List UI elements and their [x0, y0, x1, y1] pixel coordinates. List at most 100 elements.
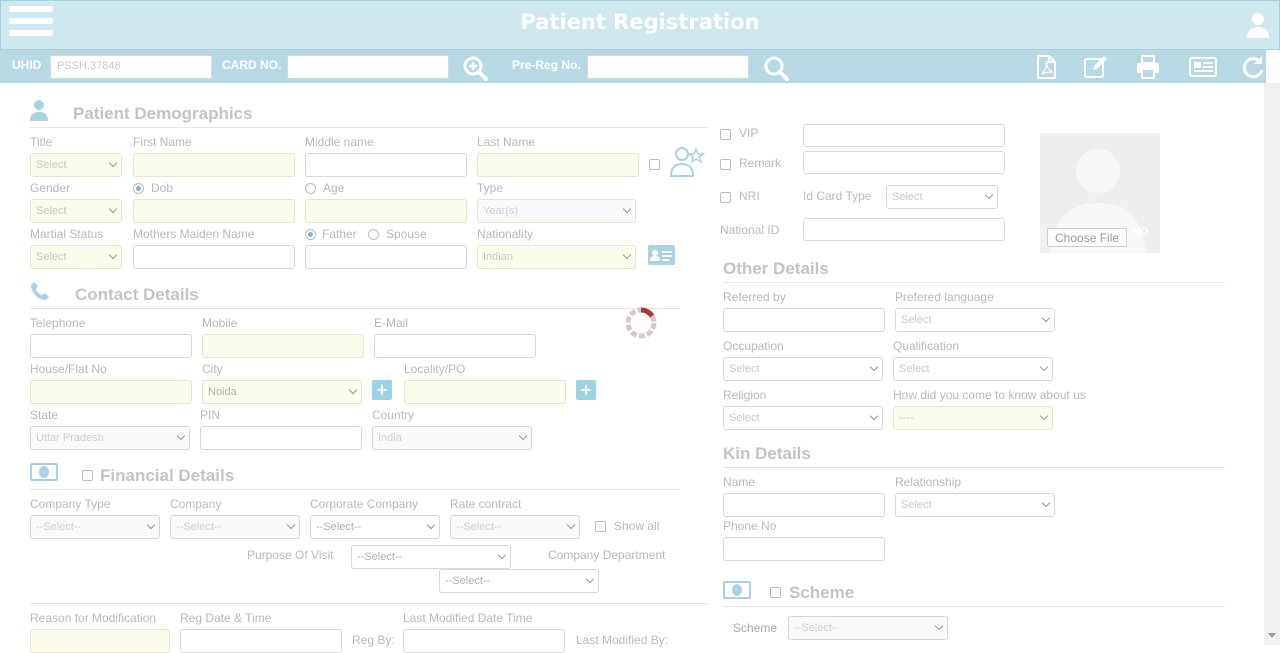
edit-icon[interactable]: [1083, 54, 1109, 80]
section-title-kin: Kin Details: [723, 444, 811, 463]
first-name-input[interactable]: [133, 153, 295, 177]
divider: [723, 606, 1225, 607]
financial-checkbox[interactable]: [82, 470, 93, 481]
city-select[interactable]: Noida: [202, 380, 362, 404]
vertical-scrollbar[interactable]: [1264, 83, 1280, 645]
national-id-input[interactable]: [803, 218, 1005, 241]
purpose-of-visit-select[interactable]: --Select--: [351, 545, 511, 569]
id-card-icon[interactable]: [647, 244, 676, 269]
company-label: Company: [170, 497, 222, 511]
mothers-maiden-label: Mothers Maiden Name: [133, 227, 255, 241]
house-label: House/Flat No: [30, 362, 107, 376]
mobile-input[interactable]: [202, 334, 364, 358]
kin-phone-input[interactable]: [723, 537, 885, 561]
pre-reg-input[interactable]: [587, 55, 749, 79]
gender-select[interactable]: Select: [30, 199, 122, 223]
middle-name-input[interactable]: [305, 153, 467, 177]
state-select[interactable]: Uttar Pradesh: [30, 426, 190, 450]
age-input[interactable]: [305, 199, 467, 223]
vip-input[interactable]: [803, 124, 1005, 147]
title-select[interactable]: Select: [30, 153, 122, 177]
user-icon[interactable]: [1246, 12, 1270, 38]
section-title-contact: Contact Details: [75, 285, 199, 304]
father-spouse-input[interactable]: [305, 245, 467, 269]
company-department-select[interactable]: --Select--: [439, 569, 599, 593]
money-icon: [723, 581, 751, 602]
company-type-label: Company Type: [30, 497, 111, 511]
company-type-value: --Select--: [36, 521, 82, 533]
religion-select[interactable]: Select: [723, 406, 883, 430]
house-input[interactable]: [30, 380, 192, 404]
marital-status-select[interactable]: Select: [30, 245, 122, 269]
pin-input[interactable]: [200, 426, 362, 450]
remark-checkbox[interactable]: [720, 159, 731, 170]
rate-contract-select[interactable]: --Select--: [450, 515, 580, 539]
referred-by-input[interactable]: [723, 308, 885, 332]
kin-name-input[interactable]: [723, 493, 885, 517]
relationship-select[interactable]: Select: [895, 493, 1055, 517]
nri-checkbox[interactable]: [720, 192, 731, 203]
language-label: Prefered language: [895, 290, 994, 304]
how-know-select[interactable]: ----: [893, 406, 1053, 430]
last-name-input[interactable]: [477, 153, 639, 177]
scroll-down-icon[interactable]: [1268, 633, 1276, 638]
nationality-label: Nationality: [477, 227, 534, 241]
type-select[interactable]: Year(s): [477, 199, 636, 223]
show-all-checkbox[interactable]: [595, 521, 606, 532]
mothers-maiden-input[interactable]: [133, 245, 295, 269]
reason-modification-label: Reason for Modification: [30, 611, 157, 625]
scheme-select[interactable]: --Select--: [788, 616, 948, 640]
how-know-value: ----: [899, 412, 914, 424]
telephone-input[interactable]: [30, 334, 192, 358]
occupation-select[interactable]: Select: [723, 357, 883, 381]
menu-icon[interactable]: [9, 6, 53, 44]
section-title-demographics: Patient Demographics: [73, 104, 253, 123]
company-type-select[interactable]: --Select--: [30, 515, 160, 539]
email-input[interactable]: [374, 334, 536, 358]
section-title-financial: Financial Details: [100, 466, 235, 485]
locality-input[interactable]: [404, 380, 566, 404]
pdf-icon[interactable]: [1033, 54, 1059, 80]
search-icon[interactable]: [763, 55, 789, 81]
age-radio[interactable]: [305, 183, 316, 194]
divider: [723, 282, 1225, 283]
id-card-type-select[interactable]: Select: [886, 185, 998, 209]
nationality-select[interactable]: Indian: [477, 245, 636, 269]
zoom-in-icon[interactable]: [462, 55, 488, 81]
print-icon[interactable]: [1135, 54, 1161, 80]
newspaper-icon[interactable]: [1188, 54, 1218, 80]
add-user-icon[interactable]: [669, 145, 706, 180]
uhid-input[interactable]: PSSH.37848: [50, 55, 212, 79]
qualification-select[interactable]: Select: [893, 357, 1053, 381]
reason-modification-input[interactable]: [30, 629, 170, 653]
vip-checkbox[interactable]: [720, 129, 731, 140]
corporate-company-value: --Select--: [316, 521, 362, 533]
dob-radio[interactable]: [133, 183, 144, 194]
add-city-button[interactable]: +: [372, 380, 392, 400]
title-select-value: Select: [36, 159, 67, 171]
country-select[interactable]: India: [372, 426, 532, 450]
user-icon: [30, 99, 48, 124]
occupation-label: Occupation: [723, 339, 784, 353]
refresh-icon[interactable]: [1240, 54, 1266, 80]
add-locality-button[interactable]: +: [576, 380, 596, 400]
card-no-input[interactable]: [287, 55, 449, 79]
spouse-radio[interactable]: [368, 229, 379, 240]
scheme-label: Scheme: [733, 621, 778, 635]
nationality-select-value: Indian: [483, 251, 513, 263]
divider: [30, 603, 708, 604]
dob-input[interactable]: [133, 199, 295, 223]
father-radio[interactable]: [305, 229, 316, 240]
choose-file-button[interactable]: Choose File: [1047, 228, 1128, 247]
phone-icon: [30, 281, 50, 304]
remark-input[interactable]: [803, 151, 1005, 174]
pin-label: PIN: [200, 408, 221, 422]
corporate-company-select[interactable]: --Select--: [310, 515, 440, 539]
last-modified-date-input[interactable]: [403, 629, 565, 653]
father-label: Father: [322, 227, 357, 241]
last-name-checkbox[interactable]: [649, 159, 660, 170]
reg-date-input[interactable]: [180, 629, 342, 653]
scheme-checkbox[interactable]: [770, 587, 781, 598]
company-select[interactable]: --Select--: [170, 515, 300, 539]
language-select[interactable]: Select: [895, 308, 1055, 332]
